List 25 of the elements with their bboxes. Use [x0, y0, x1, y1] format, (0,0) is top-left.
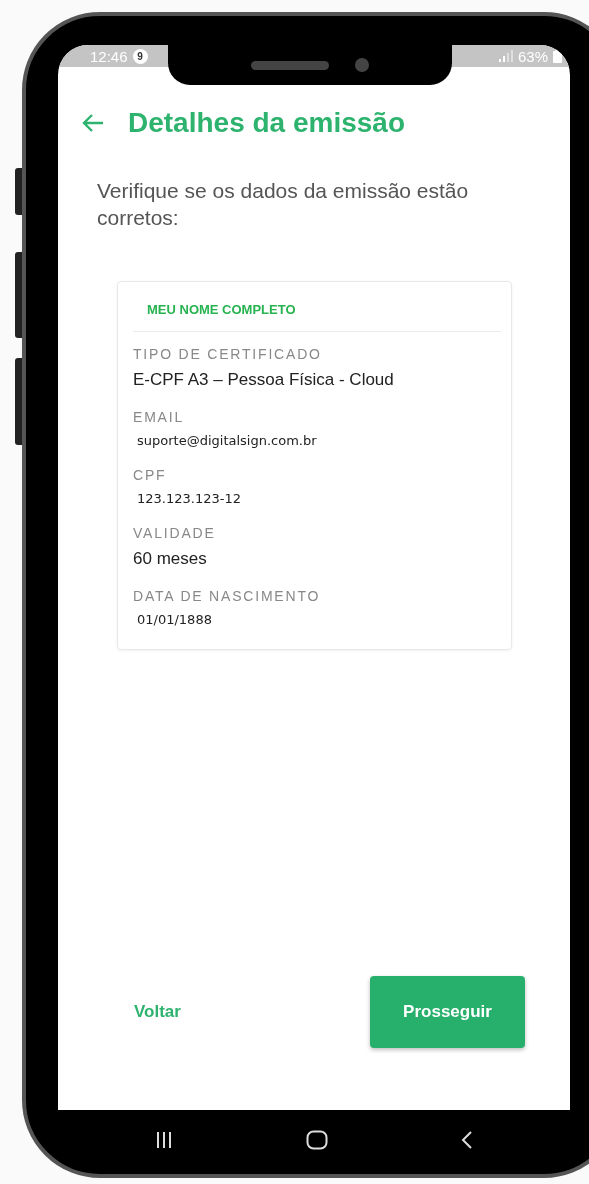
field-label: DATA DE NASCIMENTO [133, 588, 322, 604]
field-value: 60 meses [133, 549, 208, 569]
field-value: suporte@digitalsign.com.br [136, 433, 318, 448]
battery-icon [553, 49, 562, 63]
intro-text: Verifique se os dados da emissão estão corretos: [97, 178, 470, 231]
back-button[interactable]: Voltar [118, 996, 197, 1028]
field-label: EMAIL [133, 409, 185, 425]
field-value: 123.123.123-12 [136, 491, 242, 506]
proceed-button[interactable]: Prosseguir [370, 976, 525, 1048]
signal-icon [498, 50, 513, 62]
battery-percent: 63% [517, 47, 548, 65]
field-value: E-CPF A3 – Pessoa Física - Cloud [133, 370, 395, 390]
home-icon[interactable] [306, 1130, 328, 1150]
field-label: TIPO DE CERTIFICADO [133, 346, 323, 362]
recent-apps-icon[interactable] [154, 1131, 173, 1149]
field-label: VALIDADE [133, 525, 217, 541]
field-label: CPF [133, 467, 168, 483]
back-icon[interactable] [461, 1130, 474, 1150]
back-arrow-icon[interactable] [82, 113, 104, 133]
notification-count: 9 [132, 48, 148, 64]
page-title: Detalhes da emissão [128, 107, 406, 139]
holder-name: MEU NOME COMPLETO [146, 302, 297, 317]
camera-dot [355, 58, 369, 72]
status-time: 12:46 [90, 47, 128, 65]
field-value: 01/01/1888 [136, 612, 213, 627]
